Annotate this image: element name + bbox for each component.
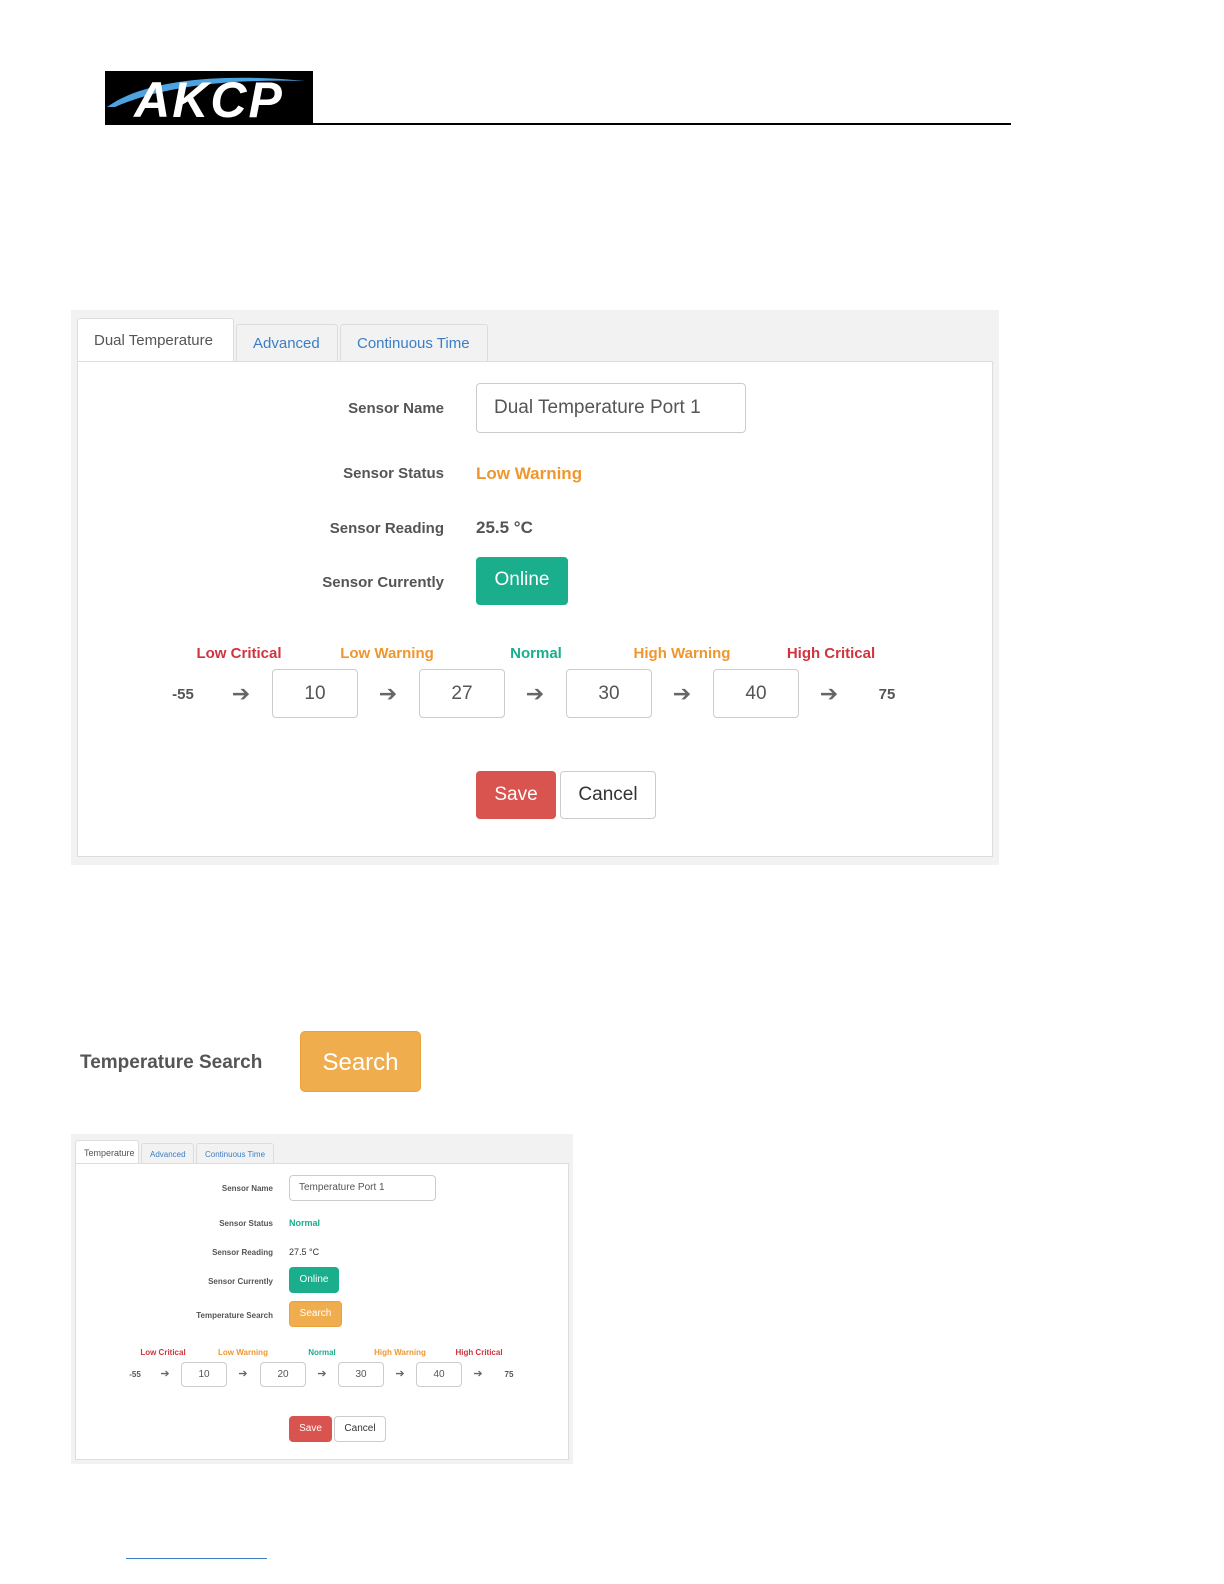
- sensor-name-label: Sensor Name: [221, 1184, 273, 1193]
- temperature-search-label: Temperature Search: [196, 1311, 273, 1320]
- sensor-panel-temperature: Temperature Advanced Continuous Time Sen…: [71, 1134, 573, 1464]
- logo-text: AKCP: [132, 72, 284, 125]
- sensor-panel-dual: Dual Temperature Advanced Continuous Tim…: [71, 310, 999, 865]
- online-status-button[interactable]: Online: [476, 557, 568, 605]
- threshold-label-high-warning: High Warning: [374, 1348, 426, 1357]
- tab-temperature[interactable]: Temperature: [75, 1140, 139, 1164]
- threshold-min: -55: [172, 686, 194, 703]
- sensor-reading-label: Sensor Reading: [212, 1248, 273, 1257]
- arrow-icon: ➔: [525, 681, 545, 706]
- tab-continuous-time[interactable]: Continuous Time: [340, 324, 488, 362]
- sensor-status-label: Sensor Status: [219, 1219, 273, 1228]
- arrow-icon: ➔: [819, 681, 839, 706]
- header-rule: [105, 123, 1011, 125]
- sensor-reading-value: 27.5 °C: [289, 1247, 320, 1257]
- sensor-reading-label: Sensor Reading: [329, 520, 444, 537]
- threshold-max: 75: [504, 1370, 514, 1379]
- search-button[interactable]: Search: [289, 1301, 342, 1327]
- arrow-icon: ➔: [231, 681, 251, 706]
- threshold-input-high-critical[interactable]: 40: [713, 669, 799, 718]
- save-button[interactable]: Save: [476, 771, 556, 819]
- arrow-icon: ➔: [672, 681, 692, 706]
- threshold-min: -55: [129, 1370, 141, 1379]
- arrow-icon: ➔: [395, 1368, 405, 1380]
- threshold-label-high-critical: High Critical: [786, 645, 876, 662]
- sensor-status-value: Low Warning: [476, 464, 583, 483]
- sensor-status-label: Sensor Status: [343, 465, 444, 482]
- threshold-label-low-critical: Low Critical: [140, 1348, 186, 1357]
- sensor-status-value: Normal: [289, 1218, 321, 1228]
- threshold-label-normal: Normal: [308, 1348, 336, 1357]
- sensor-name-label: Sensor Name: [348, 400, 444, 417]
- arrow-icon: ➔: [473, 1368, 483, 1380]
- threshold-label-high-critical: High Critical: [455, 1348, 503, 1357]
- cancel-button[interactable]: Cancel: [334, 1416, 386, 1442]
- threshold-label-low-warning: Low Warning: [218, 1348, 268, 1357]
- tab-dual-temperature[interactable]: Dual Temperature: [77, 318, 234, 362]
- threshold-input-high-warning[interactable]: 30: [338, 1362, 384, 1387]
- threshold-input-low-critical[interactable]: 10: [181, 1362, 227, 1387]
- search-button[interactable]: Search: [300, 1031, 421, 1092]
- sensor-currently-label: Sensor Currently: [322, 574, 444, 591]
- threshold-label-high-warning: High Warning: [633, 645, 731, 662]
- cancel-button[interactable]: Cancel: [560, 771, 656, 819]
- arrow-icon: ➔: [378, 681, 398, 706]
- tab-advanced[interactable]: Advanced: [236, 324, 338, 362]
- tab-advanced[interactable]: Advanced: [141, 1143, 194, 1164]
- sensor-currently-label: Sensor Currently: [208, 1277, 273, 1286]
- sensor-name-input[interactable]: Temperature Port 1: [289, 1175, 436, 1201]
- threshold-label-low-warning: Low Warning: [340, 645, 434, 662]
- arrow-icon: ➔: [160, 1368, 170, 1380]
- sensor-name-input[interactable]: Dual Temperature Port 1: [476, 383, 746, 433]
- footer-link-underline[interactable]: [126, 1558, 267, 1559]
- threshold-input-low-critical[interactable]: 10: [272, 669, 358, 718]
- threshold-input-high-warning[interactable]: 30: [566, 669, 652, 718]
- threshold-label-low-critical: Low Critical: [196, 645, 282, 662]
- arrow-icon: ➔: [317, 1368, 327, 1380]
- sensor-reading-value: 25.5 °C: [476, 518, 533, 537]
- threshold-max: 75: [878, 686, 896, 703]
- online-status-button[interactable]: Online: [289, 1267, 339, 1293]
- temperature-search-label: Temperature Search: [80, 1052, 263, 1073]
- threshold-input-low-warning[interactable]: 27: [419, 669, 505, 718]
- threshold-label-normal: Normal: [510, 645, 562, 662]
- tab-continuous-time[interactable]: Continuous Time: [196, 1143, 274, 1164]
- save-button[interactable]: Save: [289, 1416, 332, 1442]
- threshold-input-high-critical[interactable]: 40: [416, 1362, 462, 1387]
- akcp-logo: AKCP: [105, 71, 313, 125]
- arrow-icon: ➔: [238, 1368, 248, 1380]
- threshold-input-low-warning[interactable]: 20: [260, 1362, 306, 1387]
